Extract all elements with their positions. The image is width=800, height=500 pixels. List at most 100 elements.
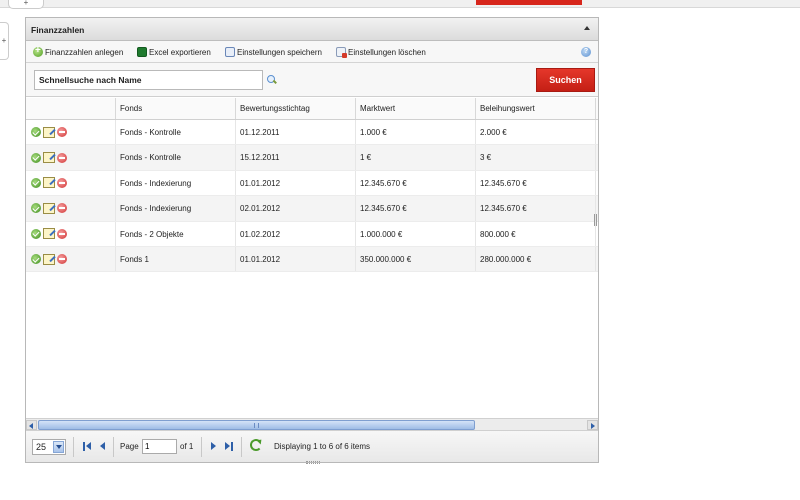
check-icon[interactable] [31, 228, 41, 239]
scroll-left-icon[interactable] [26, 420, 37, 430]
check-icon[interactable] [31, 127, 41, 138]
top-strip [0, 0, 800, 8]
panel-title: Finanzzahlen [31, 25, 85, 35]
add-finanzzahlen-label: Finanzzahlen anlegen [45, 47, 124, 57]
resize-handle[interactable] [306, 461, 320, 464]
side-expand-handle[interactable]: + [0, 22, 9, 60]
edit-icon[interactable] [43, 177, 55, 189]
scrollbar-thumb[interactable] [38, 420, 475, 430]
page-label: Page [120, 442, 139, 451]
first-page-icon[interactable] [83, 442, 93, 452]
top-tab[interactable]: + [8, 0, 44, 9]
edit-icon[interactable] [43, 126, 55, 138]
column-resize-grip[interactable] [594, 214, 597, 226]
column-header-marktwert[interactable]: Marktwert [356, 98, 476, 119]
excel-export-button[interactable]: Excel exportieren [137, 46, 211, 58]
search-icon[interactable] [267, 75, 277, 85]
collapse-icon[interactable] [583, 24, 592, 33]
edit-icon[interactable] [43, 202, 55, 214]
row-actions [26, 170, 116, 196]
delete-icon[interactable] [57, 228, 67, 239]
horizontal-scrollbar[interactable] [26, 418, 598, 430]
panel-header: Finanzzahlen [26, 18, 598, 41]
delete-icon[interactable] [57, 254, 67, 265]
cell-marktwert: 12.345.670 € [356, 196, 476, 221]
cell-bewertungsstichtag: 02.01.2012 [236, 196, 356, 221]
excel-icon [137, 47, 147, 57]
column-header-fonds[interactable]: Fonds [116, 98, 236, 119]
data-grid: Fonds Bewertungsstichtag Marktwert Belei… [26, 98, 598, 418]
cell-bewertungsstichtag: 01.01.2012 [236, 170, 356, 196]
cell-bewertungsstichtag: 01.02.2012 [236, 221, 356, 246]
delete-icon[interactable] [57, 203, 67, 214]
search-input[interactable] [34, 70, 263, 90]
add-finanzzahlen-button[interactable]: Finanzzahlen anlegen [33, 45, 124, 58]
grip-icon [254, 423, 259, 428]
pager-separator [73, 437, 74, 457]
cell-beleihungswert: 12.345.670 € [476, 196, 596, 221]
next-page-icon[interactable] [209, 442, 219, 452]
table-row[interactable]: Fonds - Indexierung 02.01.2012 12.345.67… [26, 196, 598, 222]
edit-icon[interactable] [43, 152, 55, 164]
delete-settings-icon [336, 47, 347, 58]
previous-page-icon[interactable] [98, 442, 108, 452]
cell-beleihungswert: 3 € [476, 145, 596, 170]
column-header-actions[interactable] [26, 98, 116, 119]
check-icon[interactable] [31, 203, 41, 214]
toolbar: Finanzzahlen anlegen Excel exportieren E… [26, 41, 598, 63]
cell-fonds: Fonds 1 [116, 246, 236, 272]
scroll-right-icon[interactable] [587, 420, 598, 430]
page-size-value: 25 [36, 442, 47, 452]
table-row[interactable]: Fonds - Kontrolle 01.12.2011 1.000 € 2.0… [26, 120, 598, 146]
page-of-label: of 1 [180, 442, 194, 451]
refresh-icon[interactable] [250, 439, 262, 451]
chevron-down-icon[interactable] [53, 441, 64, 453]
search-button[interactable]: Suchen [536, 68, 595, 92]
cell-marktwert: 1.000 € [356, 120, 476, 145]
finanzzahlen-panel: Finanzzahlen Finanzzahlen anlegen Excel … [25, 17, 599, 464]
row-actions [26, 246, 116, 272]
check-icon[interactable] [31, 152, 41, 163]
cell-beleihungswert: 12.345.670 € [476, 170, 596, 196]
help-icon[interactable]: ? [581, 47, 591, 57]
cell-beleihungswert: 280.000.000 € [476, 246, 596, 272]
table-row[interactable]: Fonds 1 01.01.2012 350.000.000 € 280.000… [26, 246, 598, 273]
edit-icon[interactable] [43, 228, 55, 240]
table-row[interactable]: Fonds - Kontrolle 15.12.2011 1 € 3 € [26, 145, 598, 171]
paging-toolbar: 25 Page of 1 Displaying 1 to 6 of 6 item… [26, 430, 598, 462]
delete-icon[interactable] [57, 152, 67, 163]
delete-icon[interactable] [57, 127, 67, 138]
edit-icon[interactable] [43, 253, 55, 265]
cell-bewertungsstichtag: 01.01.2012 [236, 246, 356, 272]
save-settings-icon [225, 47, 235, 57]
add-icon [33, 45, 43, 57]
table-row[interactable]: Fonds - 2 Objekte 01.02.2012 1.000.000 €… [26, 221, 598, 247]
cell-beleihungswert: 2.000 € [476, 120, 596, 145]
delete-settings-button[interactable]: Einstellungen löschen [336, 46, 426, 58]
column-header-bewertungsstichtag[interactable]: Bewertungsstichtag [236, 98, 356, 119]
page-size-select[interactable]: 25 [32, 439, 66, 455]
display-info: Displaying 1 to 6 of 6 items [274, 442, 371, 451]
cell-fonds: Fonds - Kontrolle [116, 145, 236, 170]
page-number-input[interactable] [142, 439, 177, 454]
pager-separator [241, 437, 242, 457]
cell-marktwert: 1.000.000 € [356, 221, 476, 246]
pager-separator [201, 437, 202, 457]
check-icon[interactable] [31, 254, 41, 265]
last-page-icon[interactable] [225, 442, 235, 452]
cell-bewertungsstichtag: 15.12.2011 [236, 145, 356, 170]
check-icon[interactable] [31, 177, 41, 188]
excel-export-label: Excel exportieren [149, 47, 211, 57]
row-actions [26, 196, 116, 221]
column-header-beleihungswert[interactable]: Beleihungswert [476, 98, 596, 119]
pager-separator [113, 437, 114, 457]
cell-fonds: Fonds - Indexierung [116, 196, 236, 221]
row-actions [26, 221, 116, 246]
search-bar: Suchen [26, 63, 598, 97]
save-settings-button[interactable]: Einstellungen speichern [225, 46, 322, 58]
cell-fonds: Fonds - 2 Objekte [116, 221, 236, 246]
cell-marktwert: 350.000.000 € [356, 246, 476, 272]
table-row[interactable]: Fonds - Indexierung 01.01.2012 12.345.67… [26, 170, 598, 197]
top-active-tab-indicator[interactable] [476, 0, 582, 5]
delete-icon[interactable] [57, 177, 67, 188]
